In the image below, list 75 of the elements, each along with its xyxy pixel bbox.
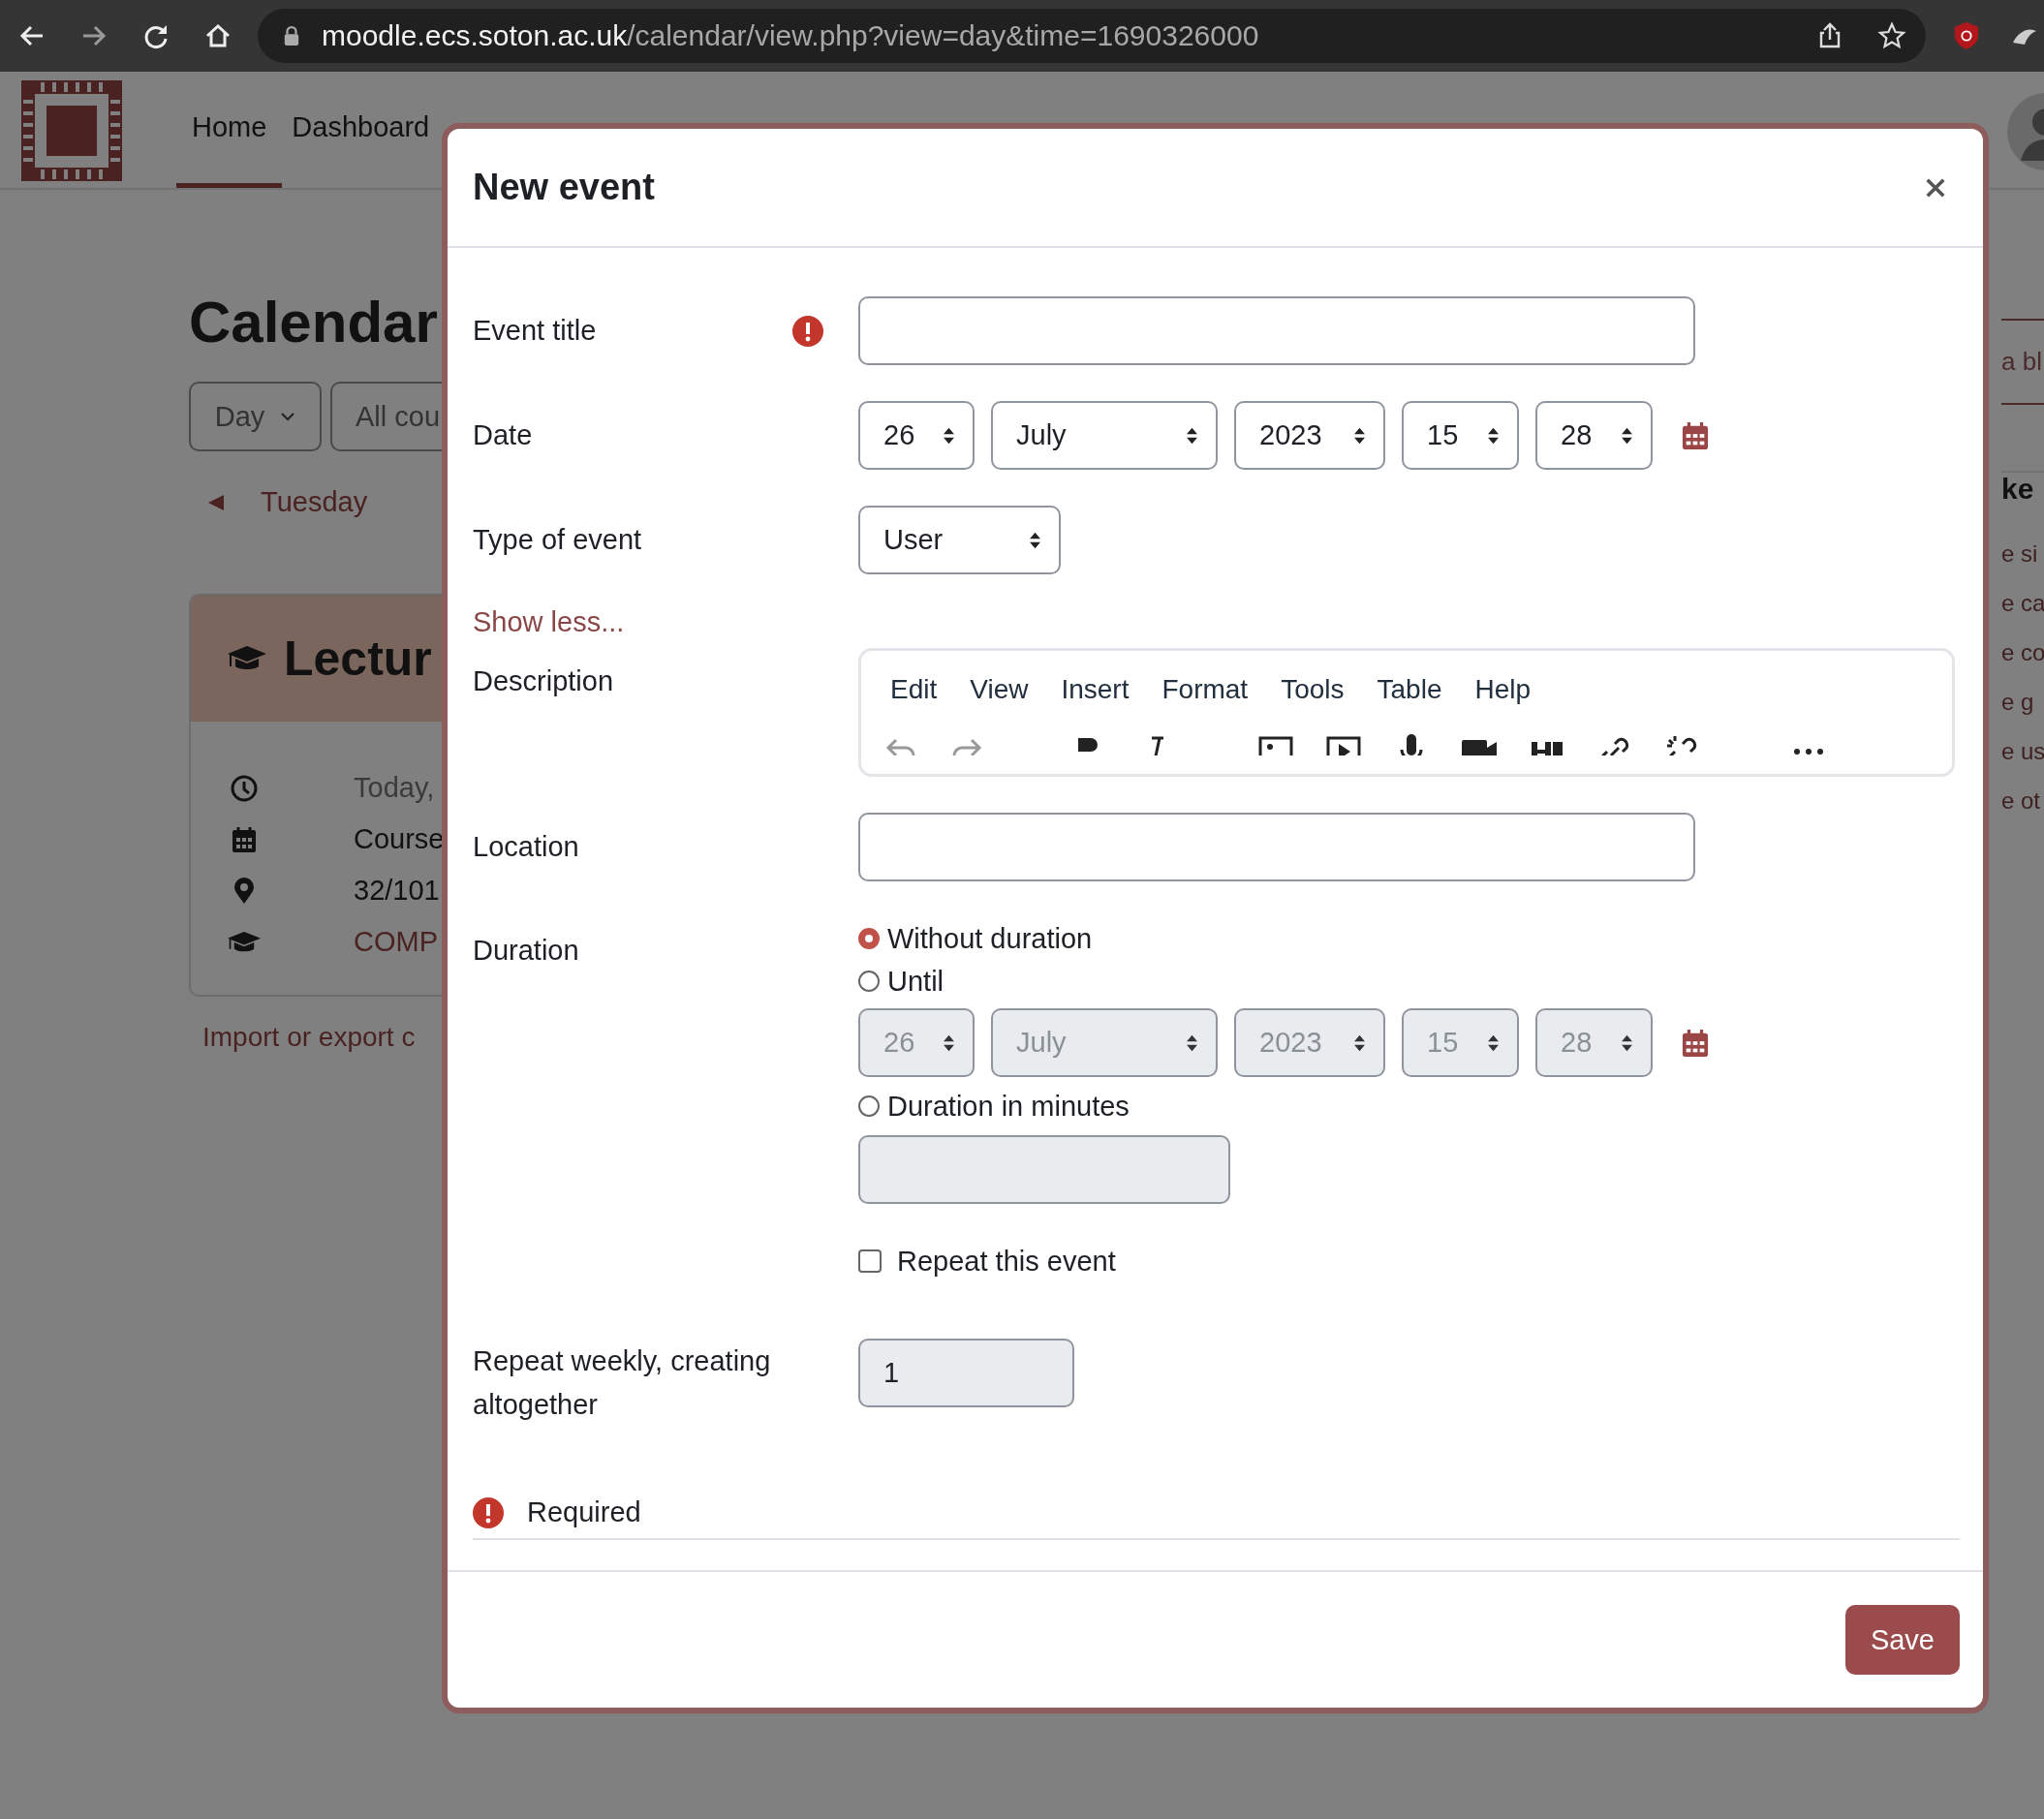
sort-caret-icon xyxy=(1186,1033,1198,1053)
block-link[interactable]: e us xyxy=(2001,738,2044,787)
date-select[interactable]: 2023 xyxy=(1234,401,1385,470)
page-title: Calendar xyxy=(189,289,439,355)
radio-label: Without duration xyxy=(887,922,1093,955)
nav-link[interactable]: Home xyxy=(176,72,283,188)
field-label: Location xyxy=(473,831,579,863)
previous-day-link[interactable]: Tuesday xyxy=(261,486,368,518)
editor-menu-item[interactable]: Insert xyxy=(1061,674,1130,721)
field-label: Date xyxy=(473,419,533,451)
editor-menu-item[interactable]: View xyxy=(970,674,1029,721)
site-logo[interactable] xyxy=(21,80,122,181)
block-link[interactable]: e g xyxy=(2001,689,2044,738)
calendar-icon[interactable] xyxy=(1682,1027,1709,1059)
checkbox-label: Repeat this event xyxy=(897,1245,1116,1278)
previous-icon[interactable] xyxy=(206,492,226,512)
event-title: Lectur xyxy=(284,631,432,687)
editor-menu-item[interactable]: Table xyxy=(1377,674,1442,721)
sort-caret-icon xyxy=(1621,425,1633,446)
block-link[interactable]: e co xyxy=(2001,639,2044,689)
checkbox[interactable] xyxy=(858,1249,882,1273)
url-text: moodle.ecs.soton.ac.uk/calendar/view.php?view=day&time=1690326000 xyxy=(322,19,1260,52)
date-select[interactable]: 26 xyxy=(858,401,975,470)
lock-icon xyxy=(283,25,300,46)
close-icon xyxy=(1925,176,1946,199)
event-title-field[interactable] xyxy=(858,296,1695,365)
block-link[interactable]: e si xyxy=(2001,540,2044,590)
required-note: Required xyxy=(527,1496,641,1528)
radio-label: Duration in minutes xyxy=(887,1090,1130,1123)
radio-label: Until xyxy=(887,965,944,998)
editor-menu-item[interactable]: Help xyxy=(1474,674,1532,721)
address-bar[interactable]: moodle.ecs.soton.ac.uk/calendar/view.php?view=day&time=1690326000 xyxy=(258,9,1926,63)
show-less-link[interactable]: Show less... xyxy=(473,606,625,637)
view-dropdown[interactable]: Day xyxy=(189,382,322,451)
sort-caret-icon xyxy=(1029,530,1041,550)
star-icon[interactable] xyxy=(1877,21,1906,50)
sort-caret-icon xyxy=(1487,1033,1500,1053)
editor-menu-item[interactable]: Edit xyxy=(890,674,938,721)
event-course-type: Course xyxy=(354,823,445,855)
shield-icon[interactable] xyxy=(1953,21,1980,50)
dialog-title: New event xyxy=(473,167,655,208)
date-select[interactable]: 28 xyxy=(1535,401,1653,470)
block-heading: ke xyxy=(2001,471,2044,506)
sort-caret-icon xyxy=(943,1033,955,1053)
editor-menu-item[interactable]: Tools xyxy=(1281,674,1345,721)
required-icon xyxy=(473,1496,504,1528)
event-location: 32/101 xyxy=(354,875,440,907)
field-label: Type of event xyxy=(473,524,642,556)
chevron-icon xyxy=(280,412,296,421)
event-time: Today, xyxy=(354,772,435,804)
field-label: Event title xyxy=(473,315,597,347)
sort-caret-icon xyxy=(1621,1033,1633,1053)
date-select[interactable]: July xyxy=(991,401,1218,470)
event-course-link[interactable]: COMP xyxy=(354,926,438,958)
field-label: Duration xyxy=(473,935,579,967)
field-label: Description xyxy=(473,665,614,697)
radio-button[interactable] xyxy=(858,928,880,949)
home-icon[interactable] xyxy=(203,21,232,50)
block-link[interactable]: e ot xyxy=(2001,787,2044,837)
location-field[interactable] xyxy=(858,813,1695,881)
event-type-select[interactable]: User xyxy=(858,506,1061,574)
sort-caret-icon xyxy=(1186,425,1198,446)
calendar-icon[interactable] xyxy=(1682,419,1709,451)
radio-button[interactable] xyxy=(858,971,880,992)
radio-button[interactable] xyxy=(858,1095,880,1117)
save-button[interactable]: Save xyxy=(1844,1605,1960,1675)
block-button-text[interactable]: a bl xyxy=(2001,347,2042,377)
field-label: Repeat weekly, creating altogether xyxy=(473,1344,772,1422)
sort-caret-icon xyxy=(1353,1033,1366,1053)
rich-text-editor[interactable]: Edit View Insert Format Tools Table Help xyxy=(858,648,1955,777)
date-select[interactable]: 15 xyxy=(1402,401,1519,470)
sort-caret-icon xyxy=(943,425,955,446)
editor-menu-item[interactable]: Format xyxy=(1161,674,1249,721)
sort-caret-icon xyxy=(1353,425,1366,446)
sort-caret-icon xyxy=(1487,425,1500,446)
